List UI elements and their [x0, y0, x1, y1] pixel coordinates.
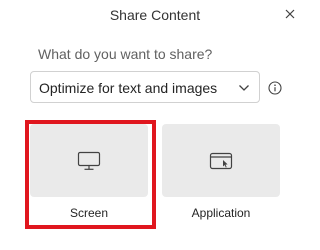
- optimize-dropdown[interactable]: Optimize for text and images: [30, 71, 260, 103]
- app-window-icon: [209, 152, 233, 169]
- share-content-dialog: Share Content What do you want to share?…: [0, 0, 310, 250]
- share-question-label: What do you want to share?: [38, 46, 213, 62]
- monitor-icon: [77, 151, 101, 170]
- share-application-label: Application: [191, 206, 251, 220]
- close-button[interactable]: [280, 4, 300, 24]
- share-screen-label: Screen: [69, 206, 109, 220]
- share-application-tile[interactable]: [162, 124, 280, 197]
- info-icon[interactable]: [268, 81, 282, 95]
- dialog-title: Share Content: [109, 7, 201, 23]
- close-icon: [285, 9, 295, 19]
- chevron-down-icon: [239, 85, 249, 91]
- share-screen-tile[interactable]: [30, 124, 148, 197]
- optimize-dropdown-value: Optimize for text and images: [39, 80, 218, 96]
